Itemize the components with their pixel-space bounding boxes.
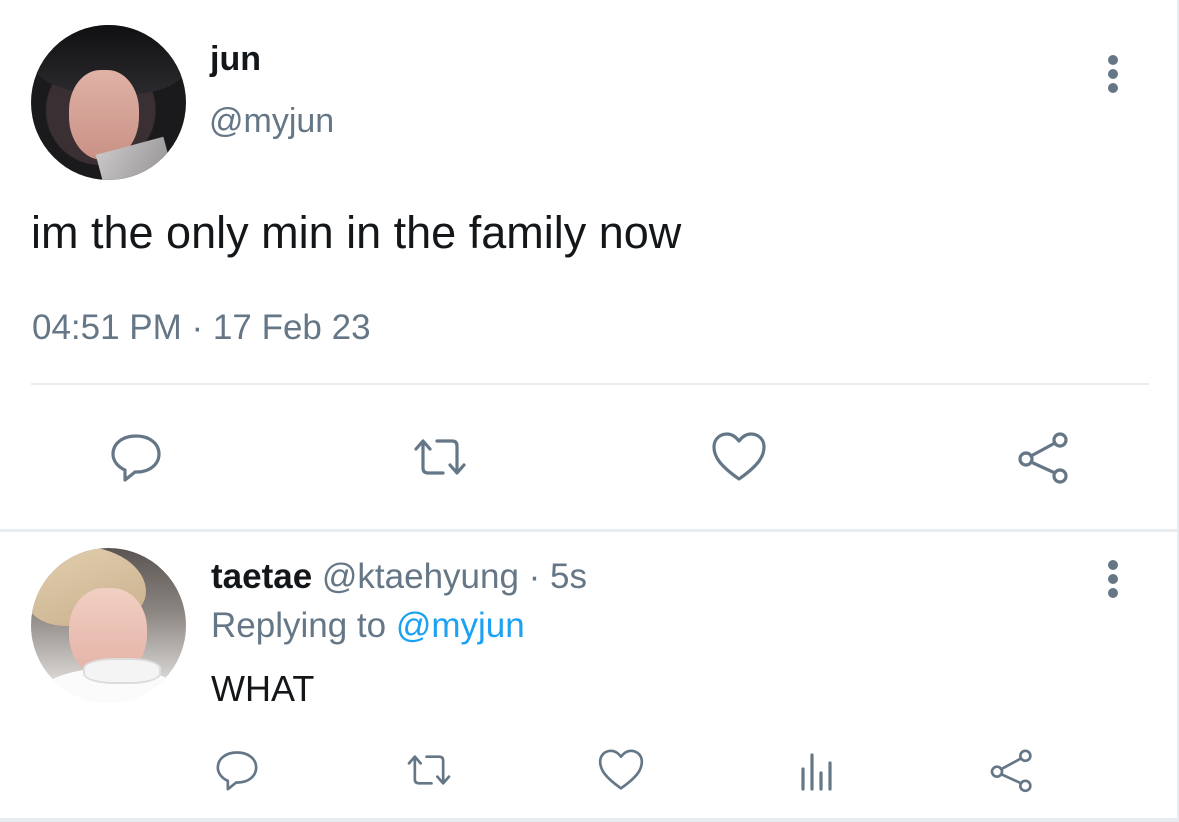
replying-to-handle[interactable]: @myjun — [396, 606, 525, 645]
retweet-icon — [414, 439, 466, 475]
like-icon — [712, 432, 766, 481]
reply-header: taetae @ktaehyung · 5s — [211, 557, 587, 597]
share-icon — [990, 749, 1032, 793]
menu-dot — [1108, 560, 1118, 570]
tweet-menu-icon[interactable] — [1101, 55, 1125, 95]
menu-dot — [1108, 83, 1118, 93]
reply-menu-icon[interactable] — [1101, 560, 1125, 600]
tweet-detail-screen: jun @myjun im the only min in the family… — [0, 0, 1179, 822]
reply-author-name[interactable]: taetae — [211, 557, 312, 596]
divider — [31, 383, 1149, 385]
retweet-button[interactable] — [408, 425, 472, 489]
reply-like-button[interactable] — [589, 738, 653, 802]
author-display-name[interactable]: jun — [210, 40, 261, 79]
like-icon — [598, 749, 644, 790]
avatar-mask — [83, 658, 161, 684]
analytics-icon — [801, 753, 832, 791]
divider — [0, 818, 1179, 822]
reply-author-avatar[interactable] — [31, 548, 186, 703]
menu-dot — [1108, 69, 1118, 79]
share-icon — [1018, 432, 1068, 484]
reply-icon — [111, 434, 161, 482]
tweet-text: im the only min in the family now — [31, 207, 682, 258]
like-button[interactable] — [707, 425, 771, 489]
reply-share-button[interactable] — [980, 738, 1044, 802]
reply-retweet-button[interactable] — [397, 738, 461, 802]
menu-dot — [1108, 588, 1118, 598]
reply-button[interactable] — [104, 425, 168, 489]
author-handle[interactable]: @myjun — [209, 102, 334, 141]
author-avatar[interactable] — [31, 25, 186, 180]
reply-reply-button[interactable] — [205, 738, 269, 802]
reply-analytics-button[interactable] — [785, 738, 849, 802]
replying-to-label: Replying to — [211, 606, 396, 645]
divider — [0, 529, 1179, 532]
share-button[interactable] — [1012, 425, 1076, 489]
reply-icon — [216, 751, 258, 791]
retweet-icon — [407, 755, 451, 785]
reply-author-meta: @ktaehyung · 5s — [321, 557, 588, 596]
menu-dot — [1108, 55, 1118, 65]
menu-dot — [1108, 574, 1118, 584]
replying-to: Replying to @myjun — [211, 606, 525, 646]
tweet-timestamp: 04:51 PM · 17 Feb 23 — [32, 308, 371, 347]
reply-text: WHAT — [211, 668, 315, 709]
